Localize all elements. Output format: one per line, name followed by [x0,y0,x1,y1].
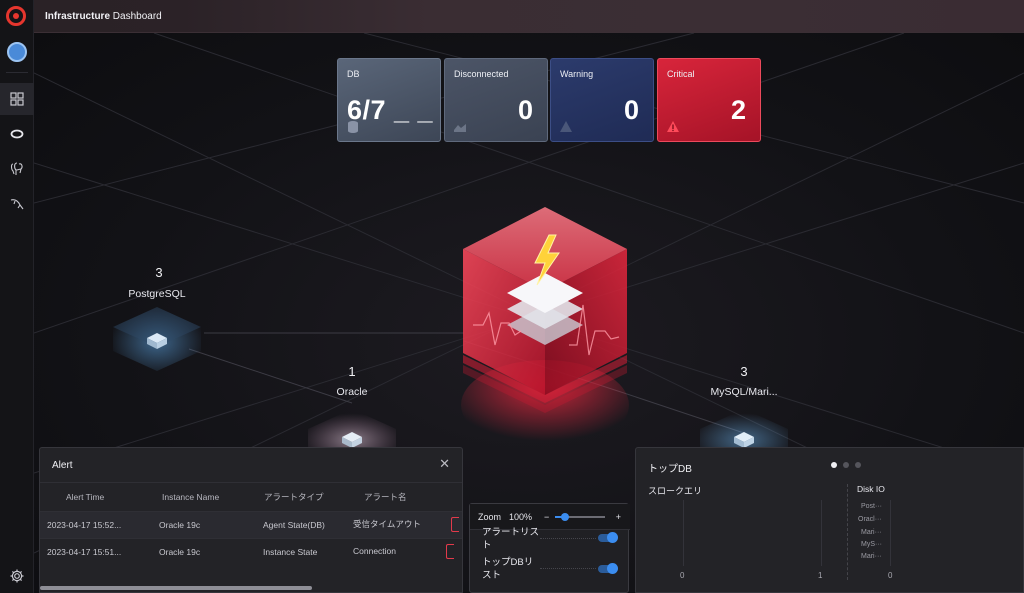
alert-time: 2023-04-17 15:51... [40,537,152,565]
disconnected-icon [454,124,466,132]
pager-dot[interactable] [843,462,849,468]
option-leader [540,568,596,569]
slow-query-title: スロークエリ [648,486,703,496]
option-alert-list-label: アラートリスト [482,527,540,551]
alert-name: Connection [353,546,397,556]
sidebar-item-database[interactable] [0,118,34,150]
column-header[interactable]: Instance Name [152,483,256,511]
sidebar-divider [6,72,28,73]
zoom-slider[interactable] [555,513,605,521]
central-critical-cube[interactable] [459,205,631,450]
column-header[interactable]: Alert Time [40,483,152,511]
top-bar: Infrastructure Dashboard [34,0,1024,33]
horizontal-scrollbar[interactable] [40,586,312,590]
alert-panel: Alert ✕ Alert Time Instance Name アラートタイプ… [39,447,463,593]
alert-list-toggle[interactable] [598,532,618,543]
database-icon [348,121,358,133]
stat-card-disconnected[interactable]: Disconnected 0 [444,58,548,142]
zoom-slider-thumb[interactable] [561,513,569,521]
node-name-postgresql[interactable]: PostgreSQL [112,288,202,300]
disk-io-label: MyS··· [861,541,882,548]
page-title: Infrastructure Dashboard [45,11,162,22]
postgresql-node-cube[interactable] [109,301,205,373]
critical-tag [446,544,455,560]
mysql-node-cube[interactable] [696,405,792,453]
stat-card-warning[interactable]: Warning 0 [550,58,654,142]
database-ring-icon [10,129,24,139]
alert-name: 受信タイムアウト [353,518,421,529]
warning-icon [560,121,572,132]
node-name-mysql[interactable]: MySQL/Mari... [694,386,794,398]
column-header[interactable]: アラートタイプ [256,483,346,511]
oracle-node-cube[interactable] [304,405,400,453]
axis-tick: 0 [680,571,685,580]
disk-io-label: Mari··· [861,529,882,536]
alert-time: 2023-04-17 15:52... [40,510,152,538]
axis-tick: 1 [818,571,823,580]
disk-io-title: Disk IO [857,484,885,494]
table-row[interactable]: 2023-04-17 15:51... Oracle 19c Instance … [40,537,462,565]
zoom-label: Zoom [478,511,502,522]
instance-name: Oracle 19c [152,510,256,538]
disk-io-label: Mari··· [861,553,882,560]
alert-table: Alert Time Instance Name アラートタイプ アラート名 2… [40,483,462,565]
panel-divider [847,484,848,580]
slow-query-axis [821,500,822,566]
sidebar [0,0,34,593]
view-options-popup: Zoom 100% − + アラートリスト トップDBリスト [469,503,630,593]
alert-type: Instance State [256,537,346,565]
option-leader [540,538,596,539]
table-header-row: Alert Time Instance Name アラートタイプ アラート名 [40,483,462,511]
stat-value: 0 [623,95,639,125]
top-db-title: トップDB [648,464,692,475]
option-topdb-list-label: トップDBリスト [482,557,534,581]
stat-label: DB [347,69,360,79]
node-name-oracle[interactable]: Oracle [307,386,397,398]
stat-value: 0 [517,95,533,125]
stat-label: Critical [667,69,695,79]
alert-type: Agent State(DB) [256,510,346,538]
stat-card-critical[interactable]: Critical 2 [657,58,761,142]
avatar[interactable] [7,42,27,62]
zoom-value: 100% [509,511,533,522]
axis-tick: 0 [888,571,893,580]
critical-tag [450,517,459,532]
stat-label: Warning [560,69,594,79]
column-header[interactable]: アラート名 [346,483,462,511]
settings-button[interactable] [0,560,34,592]
disk-io-label: Post··· [861,503,882,510]
zoom-out-button[interactable]: − [544,512,549,522]
postgresql-icon [10,162,23,175]
critical-alert-icon [667,121,679,132]
disk-io-label: Oracl··· [858,516,882,523]
stat-label: Disconnected [454,69,509,79]
top-db-panel: トップDB スロークエリ 0 1 Disk IO Post··· Oracl··… [635,447,1024,593]
sidebar-item-mysql[interactable] [0,188,34,220]
logo-icon[interactable] [6,6,26,26]
stat-card-db[interactable]: DB 6/7 _ _ [337,58,441,142]
zoom-in-button[interactable]: + [616,512,621,522]
carousel-pager [831,462,861,468]
close-icon[interactable]: ✕ [439,456,450,472]
gear-icon [10,569,24,583]
mysql-icon [10,199,24,210]
node-count-postgresql: 3 [155,265,163,280]
disk-io-axis [890,500,891,566]
stat-value: 2 [730,95,746,125]
pager-dot[interactable] [855,462,861,468]
pager-dot[interactable] [831,462,837,468]
slow-query-axis [683,500,684,566]
instance-name: Oracle 19c [152,537,256,565]
alert-panel-title: Alert [40,448,462,483]
table-row[interactable]: 2023-04-17 15:52... Oracle 19c Agent Sta… [40,510,462,538]
topdb-list-toggle[interactable] [598,563,618,574]
node-count-oracle: 1 [348,364,356,379]
node-count-mysql: 3 [740,364,748,379]
dashboard-grid-icon [10,92,24,106]
sidebar-item-postgresql[interactable] [0,153,34,185]
sidebar-item-dashboard[interactable] [0,83,34,115]
